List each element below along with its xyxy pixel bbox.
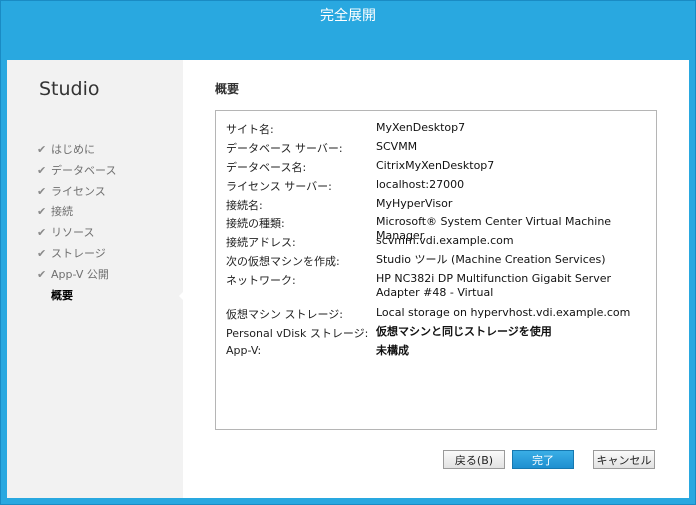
step-item-database: ✔ データベース xyxy=(37,161,116,182)
sidebar-title: Studio xyxy=(39,78,100,100)
step-label: ライセンス xyxy=(51,184,106,198)
step-item-connection: ✔ 接続 xyxy=(37,202,116,223)
summary-label: Personal vDisk ストレージ: xyxy=(226,327,369,340)
check-icon: ✔ xyxy=(37,246,47,260)
step-item-appv-publishing: ✔ App-V 公開 xyxy=(37,265,116,286)
step-label: リソース xyxy=(51,226,95,240)
step-label: App-V 公開 xyxy=(51,267,109,281)
step-item-storage: ✔ ストレージ xyxy=(37,244,116,265)
summary-label: サイト名: xyxy=(226,123,274,136)
window-title: 完全展開 xyxy=(320,8,376,24)
summary-value: MyXenDesktop7 xyxy=(376,121,466,134)
check-icon: ✔ xyxy=(37,205,47,219)
step-label: データベース xyxy=(51,163,117,177)
wizard-client-area: Studio ✔ はじめに ✔ データベース ✔ ライセンス ✔ 接続 ✔ リソース ✔ ス… xyxy=(7,60,689,498)
step-item-resources: ✔ リソース xyxy=(37,223,116,244)
summary-value: scvmm.vdi.example.com xyxy=(376,234,514,247)
summary-value: 未構成 xyxy=(376,344,409,357)
step-label: はじめに xyxy=(51,143,95,156)
check-icon: ✔ xyxy=(37,143,47,156)
page-title: 概要 xyxy=(215,82,240,96)
step-label: ストレージ xyxy=(51,246,106,260)
check-icon: ✔ xyxy=(37,184,47,198)
current-step-pointer-icon xyxy=(179,290,185,302)
summary-value: CitrixMyXenDesktop7 xyxy=(376,159,495,172)
summary-value: HP NC382i DP Multifunction Gigabit Serve… xyxy=(376,272,612,299)
wizard-window: 完全展開 Studio ✔ はじめに ✔ データベース ✔ ライセンス ✔ 接続 ✔ リソ… xyxy=(0,0,696,505)
summary-value: SCVMM xyxy=(376,140,418,153)
step-list: ✔ はじめに ✔ データベース ✔ ライセンス ✔ 接続 ✔ リソース ✔ ストレージ ✔ A… xyxy=(37,140,116,306)
summary-value: 仮想マシンと同じストレージを使用 xyxy=(376,325,552,338)
summary-label: ライセンス サーバー: xyxy=(226,180,332,193)
summary-value: localhost:27000 xyxy=(376,178,465,191)
check-icon: ✔ xyxy=(37,267,47,281)
summary-label: ネットワーク: xyxy=(226,274,296,287)
check-icon: ✔ xyxy=(37,226,47,240)
summary-label: 仮想マシン ストレージ: xyxy=(226,308,343,321)
step-item-summary: 概要 xyxy=(37,286,116,307)
finish-button[interactable]: 完了 xyxy=(512,450,574,469)
summary-label: 接続アドレス: xyxy=(226,236,296,249)
summary-label: 接続の種類: xyxy=(226,217,285,230)
wizard-sidebar: Studio ✔ はじめに ✔ データベース ✔ ライセンス ✔ 接続 ✔ リソース ✔ ス… xyxy=(7,60,183,498)
summary-label: 次の仮想マシンを作成: xyxy=(226,255,340,268)
step-label: 接続 xyxy=(51,205,73,219)
summary-label: データベース名: xyxy=(226,161,307,174)
check-icon: ✔ xyxy=(37,163,47,177)
step-label: 概要 xyxy=(51,288,73,302)
step-item-introduction: ✔ はじめに xyxy=(37,140,116,161)
summary-label: App-V: xyxy=(226,344,262,357)
summary-panel: サイト名: MyXenDesktop7 データベース サーバー: SCVMM データ… xyxy=(215,110,657,430)
step-item-licensing: ✔ ライセンス xyxy=(37,182,116,203)
summary-value: Local storage on hypervhost.vdi.example.… xyxy=(376,306,631,319)
cancel-button[interactable]: キャンセル xyxy=(593,450,655,469)
summary-value: Studio ツール (Machine Creation Services) xyxy=(376,253,606,266)
summary-value: MyHyperVisor xyxy=(376,197,453,210)
summary-label: データベース サーバー: xyxy=(226,142,343,155)
back-button[interactable]: 戻る(B) xyxy=(443,450,505,469)
summary-label: 接続名: xyxy=(226,199,263,212)
